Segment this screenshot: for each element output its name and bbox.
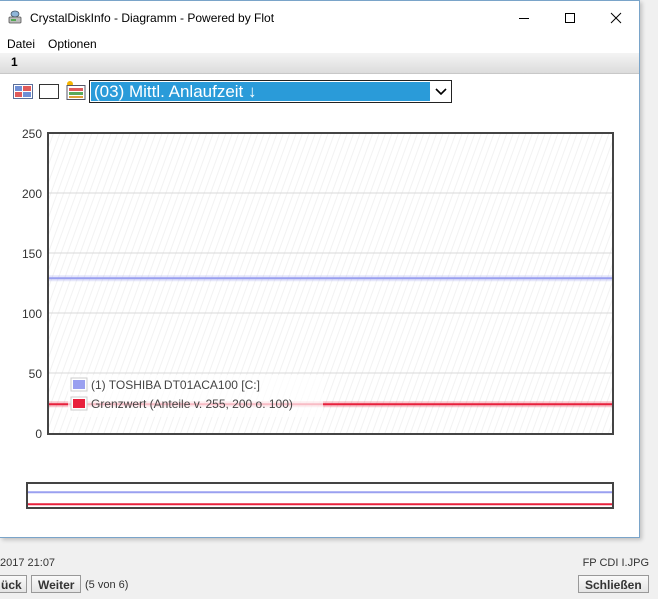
- attribute-select-value: (03) Mittl. Anlaufzeit ↓: [91, 82, 430, 101]
- minimize-button[interactable]: [501, 1, 547, 34]
- menu-datei[interactable]: Datei: [7, 37, 35, 51]
- chart-legend: (1) TOSHIBA DT01ACA100 [C:] Grenzwert (An…: [68, 375, 323, 417]
- y-tick-label: 250: [22, 127, 42, 141]
- legend-label: (1) TOSHIBA DT01ACA100 [C:]: [91, 378, 260, 392]
- page-counter: (5 von 6): [85, 579, 129, 591]
- window-title: CrystalDiskInfo - Diagramm - Powered by …: [30, 11, 275, 25]
- export-chart-icon[interactable]: [65, 80, 86, 100]
- attribute-select[interactable]: (03) Mittl. Anlaufzeit ↓: [89, 80, 452, 103]
- status-bar: 2017 21:07 FP CDI I.JPG ück Weiter (5 vo…: [0, 548, 658, 599]
- y-tick-label: 50: [29, 367, 43, 381]
- maximize-button[interactable]: [547, 1, 593, 34]
- y-tick-label: 0: [35, 427, 42, 441]
- disk-info-icon: [8, 10, 22, 24]
- close-button[interactable]: [593, 1, 639, 34]
- chart-area: 250 200 150 100 50 0 (1) TOSHIBA DT01ACA100 […: [22, 127, 614, 509]
- y-tick-label: 100: [22, 307, 42, 321]
- chevron-down-icon[interactable]: [433, 83, 449, 100]
- y-tick-labels: 250 200 150 100 50 0: [22, 127, 42, 441]
- y-tick-label: 200: [22, 187, 42, 201]
- tab-strip: 1: [0, 53, 639, 74]
- legend-label: Grenzwert (Anteile v. 255, 200 o. 100): [91, 397, 293, 411]
- y-tick-label: 150: [22, 247, 42, 261]
- legend-swatch: [73, 380, 85, 389]
- close-dialog-button[interactable]: Schließen: [578, 575, 649, 593]
- status-date: 2017 21:07: [0, 557, 56, 569]
- maximize-icon: [565, 12, 575, 23]
- next-button[interactable]: Weiter: [31, 575, 82, 593]
- grid-chart-icon[interactable]: [13, 83, 33, 101]
- back-button[interactable]: ück: [0, 575, 27, 593]
- chart-window: CrystalDiskInfo - Diagramm - Powered by …: [0, 0, 640, 538]
- minimize-icon: [519, 17, 529, 19]
- tab-1[interactable]: 1: [11, 55, 18, 69]
- menu-optionen[interactable]: Optionen: [48, 37, 97, 51]
- blank-window-icon[interactable]: [39, 83, 59, 101]
- legend-swatch: [73, 399, 85, 408]
- close-icon: [610, 12, 622, 23]
- status-filename: FP CDI I.JPG: [582, 557, 649, 569]
- menu-bar: Datei Optionen: [0, 34, 639, 53]
- title-bar: CrystalDiskInfo - Diagramm - Powered by …: [0, 1, 639, 34]
